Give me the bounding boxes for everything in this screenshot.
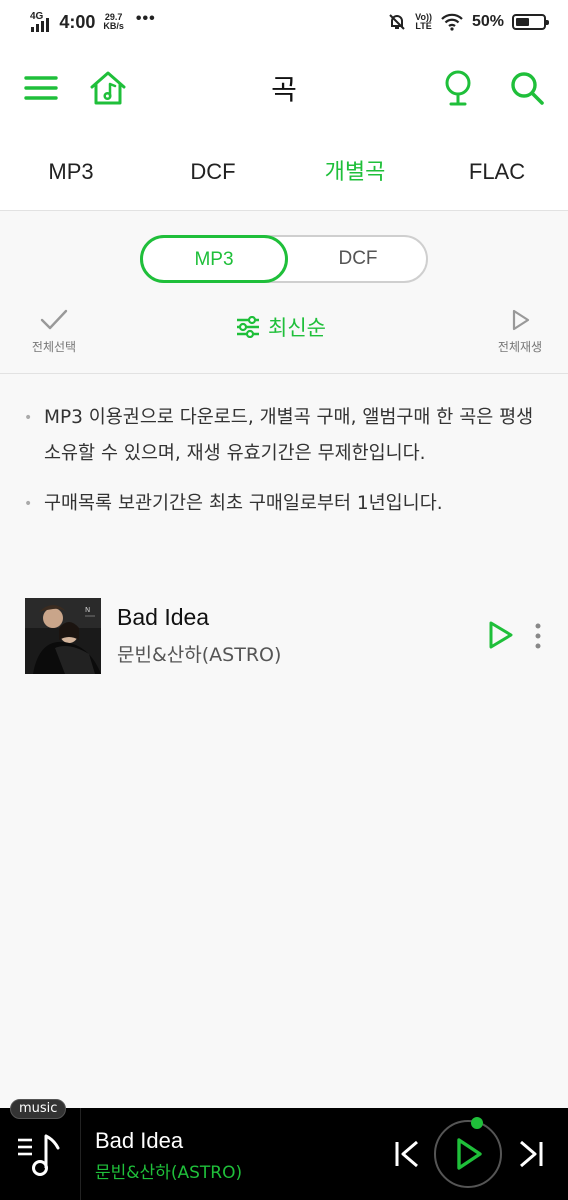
search-icon bbox=[511, 72, 544, 105]
tab-mp3[interactable]: MP3 bbox=[0, 132, 142, 210]
tab-flac[interactable]: FLAC bbox=[426, 132, 568, 210]
list-actions: 전체선택 최신순 전체재생 bbox=[0, 300, 568, 374]
progress-indicator bbox=[471, 1117, 483, 1129]
player-play-button[interactable] bbox=[434, 1120, 502, 1188]
mute-bell-icon bbox=[389, 14, 405, 30]
playlist-music-icon bbox=[18, 1134, 60, 1176]
skip-previous-icon bbox=[395, 1140, 418, 1168]
mini-player[interactable]: music Bad Idea 문빈&산하(ASTRO) bbox=[0, 1099, 568, 1200]
track-play-button[interactable] bbox=[485, 620, 515, 650]
notice-item: • MP3 이용권으로 다운로드, 개별곡 구매, 앨범구매 한 곡은 평생 소… bbox=[24, 400, 544, 472]
previous-button[interactable] bbox=[392, 1138, 422, 1170]
battery-percent: 50% bbox=[471, 13, 504, 30]
play-icon bbox=[457, 1138, 482, 1170]
player-divider bbox=[80, 1108, 81, 1200]
svg-text:N: N bbox=[85, 606, 90, 614]
music-badge: music bbox=[10, 1099, 67, 1119]
network-type: 4G bbox=[30, 11, 44, 22]
notice-item: • 구매목록 보관기간은 최초 구매일로부터 1년입니다. bbox=[24, 486, 544, 522]
network-speed-unit: KB/s bbox=[103, 21, 124, 31]
app-header: 곡 bbox=[0, 44, 568, 132]
track-more-button[interactable] bbox=[531, 622, 545, 650]
next-button[interactable] bbox=[516, 1138, 546, 1170]
playlist-button[interactable] bbox=[14, 1128, 66, 1180]
network-speed: 29.7 KB/s bbox=[103, 13, 124, 31]
volte-indicator: Vo)) LTE bbox=[415, 13, 432, 31]
volte-bottom: LTE bbox=[415, 21, 432, 31]
play-icon bbox=[489, 621, 513, 649]
toggle-option-dcf[interactable]: DCF bbox=[288, 235, 428, 283]
battery-icon bbox=[512, 14, 549, 30]
select-all-label: 전체선택 bbox=[31, 340, 77, 354]
play-all-label: 전체재생 bbox=[497, 340, 543, 354]
select-all-button[interactable]: 전체선택 bbox=[26, 308, 82, 355]
notice-list: • MP3 이용권으로 다운로드, 개별곡 구매, 앨범구매 한 곡은 평생 소… bbox=[24, 400, 544, 536]
bullet-icon: • bbox=[24, 496, 33, 512]
album-cover: N bbox=[25, 598, 101, 674]
player-track-artist: 문빈&산하(ASTRO) bbox=[95, 1163, 243, 1183]
checkmark-icon bbox=[40, 309, 68, 330]
format-toggle: MP3 DCF bbox=[140, 235, 428, 283]
toggle-option-mp3[interactable]: MP3 bbox=[140, 235, 288, 283]
album-art-image: N bbox=[25, 598, 101, 674]
sort-button[interactable]: 최신순 bbox=[236, 312, 326, 342]
sort-label: 최신순 bbox=[268, 316, 326, 340]
more-notifications-icon: ••• bbox=[135, 10, 156, 27]
more-vertical-icon bbox=[535, 623, 541, 649]
category-tabs: MP3 DCF 개별곡 FLAC bbox=[0, 132, 568, 211]
status-bar: 4G 4:00 29.7 KB/s ••• Vo)) LTE 50% bbox=[0, 0, 568, 44]
voice-search-button[interactable] bbox=[438, 66, 478, 110]
tab-individual-songs[interactable]: 개별곡 bbox=[284, 132, 426, 210]
microphone-icon bbox=[445, 70, 471, 106]
track-artist: 문빈&산하(ASTRO) bbox=[117, 644, 282, 666]
wifi-icon bbox=[441, 13, 463, 31]
search-button[interactable] bbox=[507, 66, 547, 110]
track-row[interactable]: N Bad Idea 문빈&산하(ASTRO) bbox=[25, 598, 550, 674]
page-title: 곡 bbox=[271, 73, 297, 106]
track-title: Bad Idea bbox=[117, 604, 210, 630]
play-all-button[interactable]: 전체재생 bbox=[492, 308, 548, 355]
tab-dcf[interactable]: DCF bbox=[142, 132, 284, 210]
clock: 4:00 bbox=[59, 11, 96, 32]
play-outline-icon bbox=[512, 309, 530, 331]
skip-next-icon bbox=[520, 1140, 543, 1168]
player-track-title: Bad Idea bbox=[95, 1128, 184, 1153]
notice-text: MP3 이용권으로 다운로드, 개별곡 구매, 앨범구매 한 곡은 평생 소유할… bbox=[44, 407, 534, 464]
sliders-icon bbox=[237, 316, 259, 338]
bullet-icon: • bbox=[24, 410, 33, 426]
notice-text: 구매목록 보관기간은 최초 구매일로부터 1년입니다. bbox=[44, 493, 443, 514]
